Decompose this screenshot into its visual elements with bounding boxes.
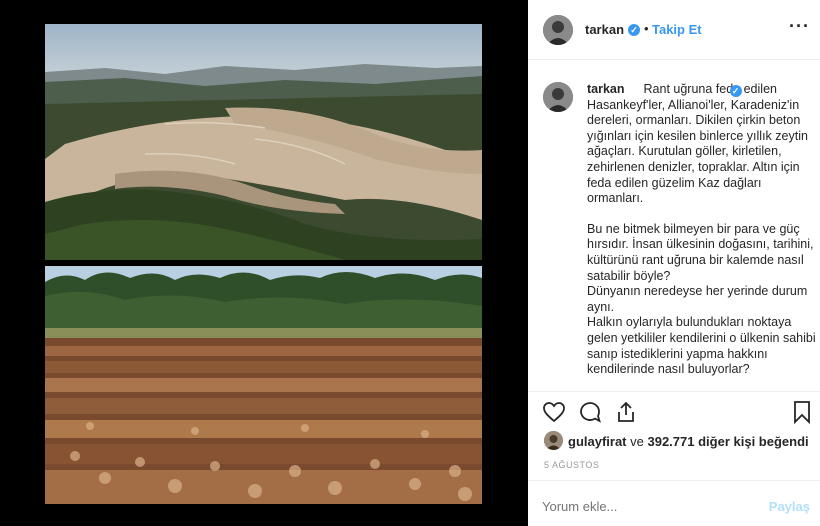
caption-text: tarkan ✓Rant uğruna feda edilen Hasankeyf… — [587, 82, 817, 378]
separator-dot: • — [644, 21, 649, 36]
likes-summary: gulayfirat ve 392.771 diğer kişi beğendi — [544, 431, 814, 451]
likes-count[interactable]: 392.771 — [647, 434, 694, 449]
post-media — [0, 0, 528, 526]
avatar[interactable] — [543, 15, 573, 45]
aerial-deforestation-photo — [45, 24, 482, 260]
avatar[interactable] — [543, 82, 573, 112]
verified-badge-icon: ✓ — [729, 85, 742, 97]
comment-icon[interactable] — [578, 400, 604, 426]
caption-username[interactable]: tarkan — [587, 82, 625, 96]
post-comment-button[interactable]: Paylaş — [769, 499, 810, 514]
liker-avatar[interactable] — [544, 431, 563, 450]
caption-paragraph-1: tarkan ✓Rant uğruna feda edilen Hasankeyf… — [587, 82, 817, 207]
likes-connector: ve — [626, 434, 648, 449]
post-header: tarkan ✓ • Takip Et ··· — [528, 0, 820, 60]
comment-bar: Paylaş — [528, 480, 820, 526]
post-side-panel: tarkan ✓ • Takip Et ··· tarkan ✓Rant uğru… — [528, 0, 820, 526]
username-link[interactable]: tarkan — [585, 22, 624, 37]
share-icon[interactable] — [614, 400, 640, 426]
action-bar — [528, 398, 820, 428]
post-caption: tarkan ✓Rant uğruna feda edilen Hasankeyf… — [528, 60, 820, 392]
verified-badge-icon: ✓ — [628, 24, 640, 36]
caption-paragraph-1-text: Rant uğruna feda edilen Hasankeyf'ler, A… — [587, 82, 808, 206]
likes-text: gulayfirat ve 392.771 diğer kişi beğendi — [568, 434, 809, 449]
follow-button[interactable]: Takip Et — [652, 22, 702, 37]
comment-input[interactable] — [542, 499, 742, 514]
caption-paragraph-2: Bu ne bitmek bilmeyen bir para ve güç hı… — [587, 221, 816, 377]
post-date[interactable]: 5 AĞUSTOS — [544, 460, 599, 470]
liker-username[interactable]: gulayfirat — [568, 434, 627, 449]
more-horizontal-icon[interactable]: ··· — [789, 16, 810, 37]
log-pile-photo — [45, 266, 482, 504]
likes-suffix[interactable]: diğer kişi beğendi — [694, 434, 809, 449]
bookmark-icon[interactable] — [790, 400, 816, 426]
heart-icon[interactable] — [542, 400, 568, 426]
